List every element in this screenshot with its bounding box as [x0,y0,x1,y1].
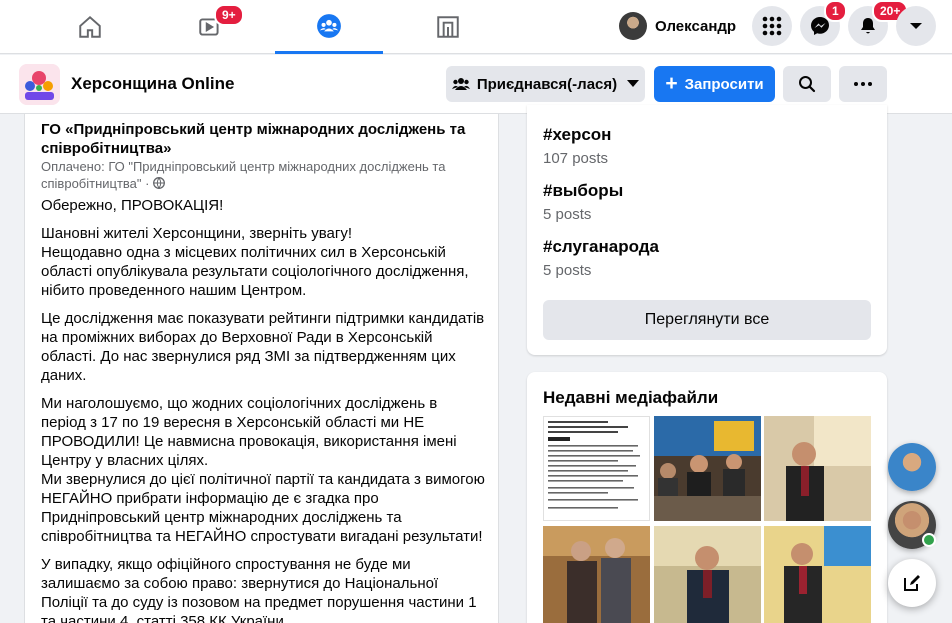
hashtag-count: 5 posts [543,262,592,279]
joined-button[interactable]: Приєднався(-лася) [446,66,645,102]
invite-label: Запросити [684,75,764,93]
invite-button[interactable]: + Запросити [654,66,775,102]
post-paragraph: Шановні жителі Херсонщини, зверніть уваг… [41,225,469,299]
new-message-button[interactable] [888,559,936,607]
sponsored-post: ГО «Придніпровський центр міжнародних до… [24,114,499,623]
group-logo[interactable] [19,64,60,105]
user-name: Олександр [655,17,737,35]
caret-down-icon [627,80,640,87]
profile-chip[interactable]: Олександр [615,8,744,44]
hashtag-item[interactable]: #слуганарода 5 posts [543,237,659,279]
recent-media-title: Недавні медіафайли [543,388,719,407]
online-status-dot [922,533,936,547]
media-thumbnail[interactable] [764,526,871,623]
nav-watch-tab[interactable]: 9+ [156,0,264,54]
hashtag-name: #выборы [543,181,624,200]
media-thumbnail[interactable] [764,416,871,521]
see-all-label: Переглянути все [644,311,770,328]
group-name[interactable]: Херсонщина Online [71,74,234,94]
media-thumbnail[interactable] [543,416,650,521]
user-avatar [619,12,647,40]
home-icon [79,15,101,38]
media-thumbnail[interactable] [654,416,761,521]
hashtag-count: 5 posts [543,206,592,223]
post-author[interactable]: ГО «Придніпровський центр міжнародних до… [41,120,481,158]
joined-label: Приєднався(-лася) [476,75,618,93]
chat-head-contact[interactable] [888,443,936,491]
chevron-down-icon [910,23,922,29]
more-icon [854,82,872,86]
messenger-button[interactable]: 1 [800,0,847,46]
compose-icon [904,575,920,591]
account-menu-button[interactable] [896,6,936,46]
grid-menu-icon [762,16,782,36]
globe-icon [153,177,166,189]
menu-button[interactable] [752,6,792,46]
post-paragraph: У випадку, якщо офіційного спростування … [41,556,477,623]
more-options-button[interactable] [839,66,887,102]
top-navigation-bar: 9+ Олександр 1 20+ [0,0,952,54]
post-body: Обережно, ПРОВОКАЦІЯ! Шановні жителі Хер… [41,196,486,623]
nav-gaming-tab[interactable] [394,0,502,54]
video-badge: 9+ [214,4,244,26]
messenger-badge: 1 [824,0,847,22]
post-paragraph: Обережно, ПРОВОКАЦІЯ! [41,197,224,214]
gaming-icon [437,16,459,38]
hashtag-item[interactable]: #херсон 107 posts [543,125,611,167]
hashtags-card: #херсон 107 posts #выборы 5 posts #слуга… [527,105,887,355]
plus-icon: + [665,72,678,95]
hashtag-item[interactable]: #выборы 5 posts [543,181,623,223]
post-paid-by-text: Оплачено: ГО "Придніпровський центр міжн… [41,159,446,191]
post-paragraph: Це дослідження має показувати рейтинги п… [41,310,485,384]
hashtag-count: 107 posts [543,150,609,167]
recent-media-card: Недавні медіафайли [527,372,887,623]
post-paid-by: Оплачено: ГО "Придніпровський центр міжн… [41,158,481,192]
nav-home-tab[interactable] [36,0,144,54]
group-members-icon [451,78,470,90]
search-icon [799,76,816,93]
hashtag-name: #херсон [543,125,612,144]
see-all-button[interactable]: Переглянути все [543,300,871,340]
groups-icon [317,13,341,38]
media-thumbnail[interactable] [654,526,761,623]
media-thumbnail[interactable] [543,526,650,623]
nav-groups-tab[interactable] [275,0,383,54]
hashtag-name: #слуганарода [543,237,659,256]
post-paragraph: Ми наголошуємо, що жодних соціологічних … [41,395,485,545]
search-button[interactable] [783,66,831,102]
notifications-button[interactable]: 20+ [848,0,909,46]
